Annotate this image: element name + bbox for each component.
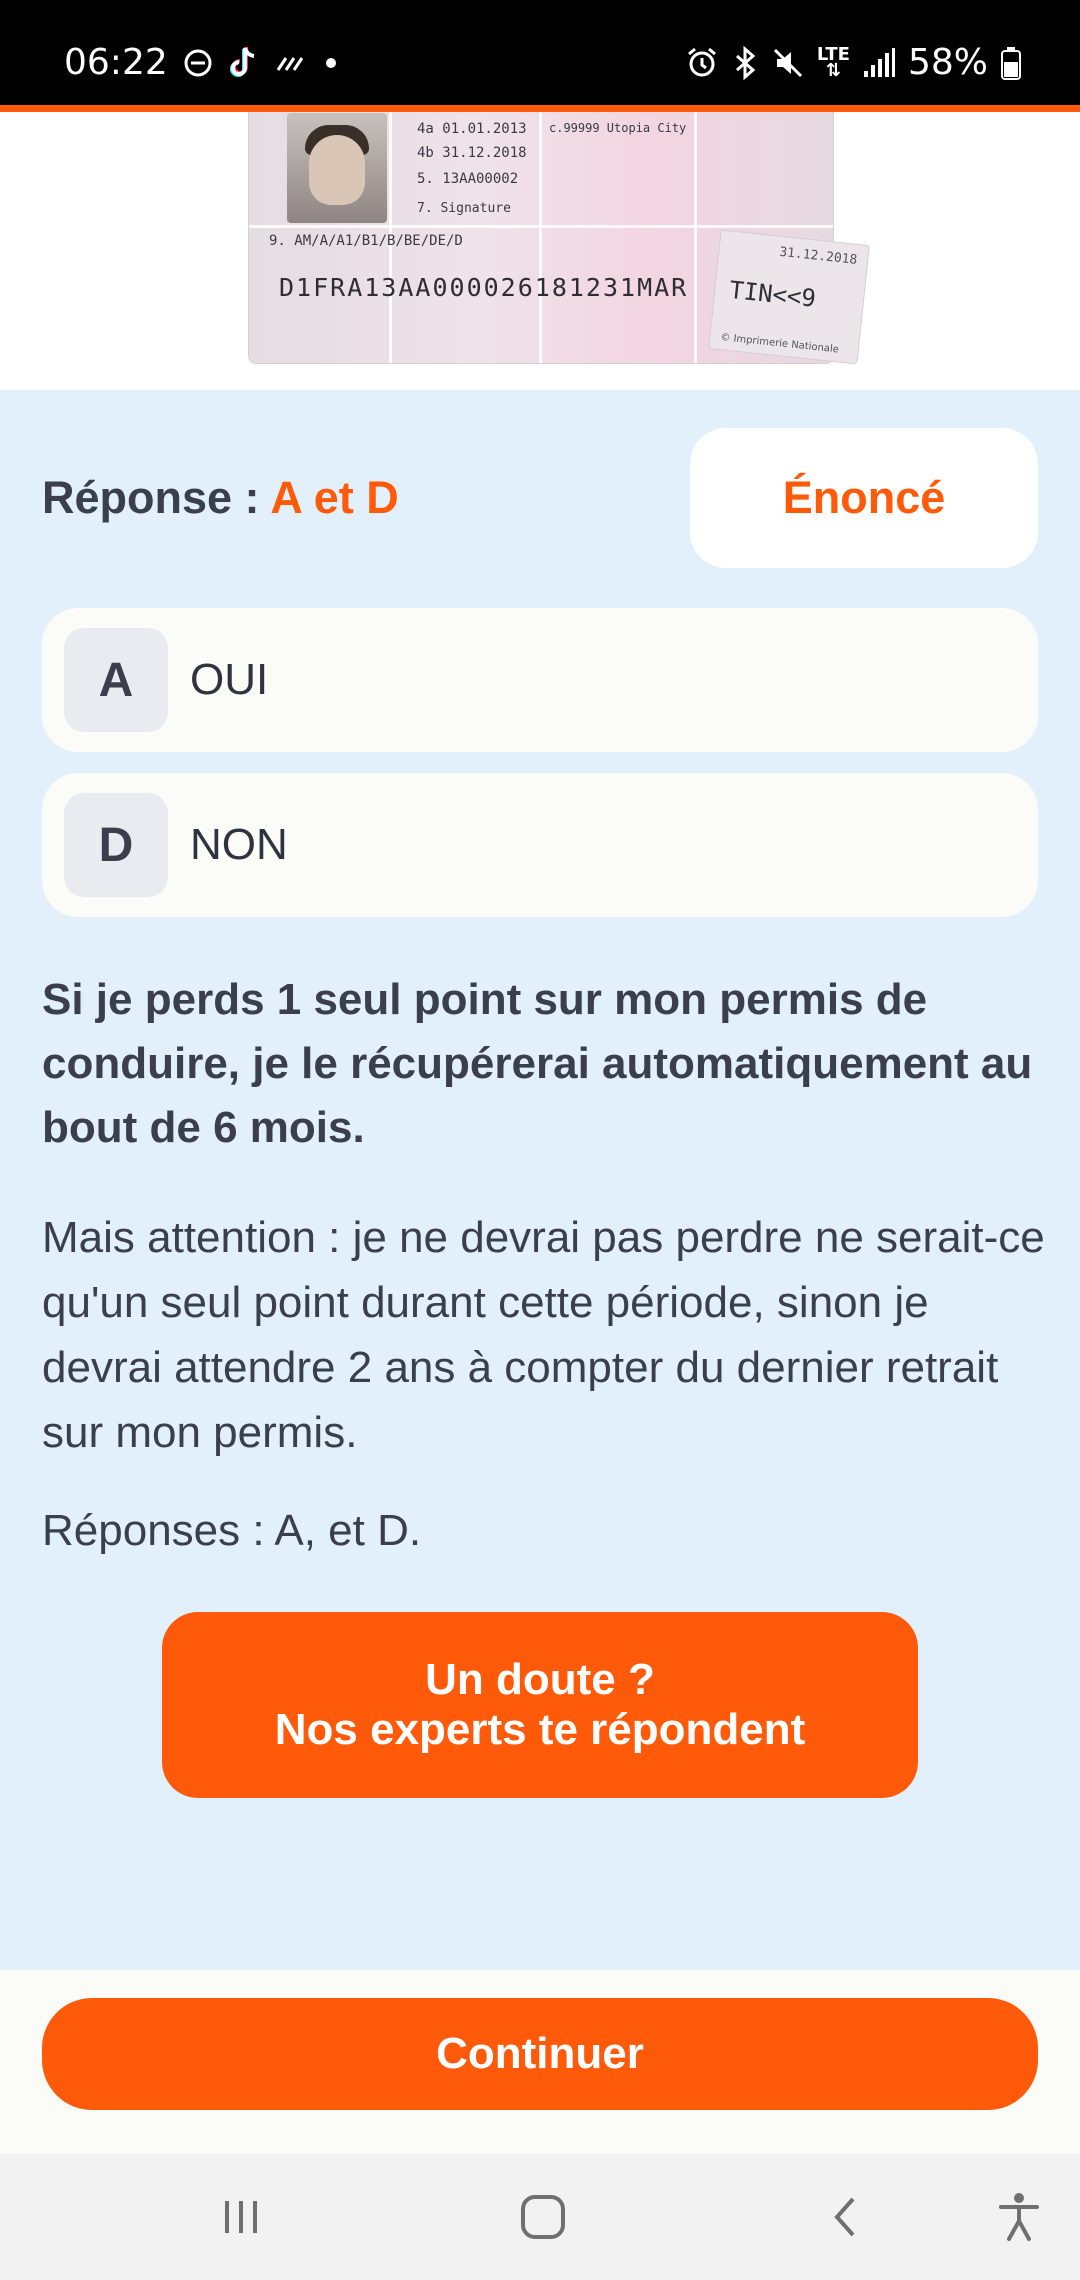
answer-label-text: Réponse : — [42, 472, 271, 523]
lte-arrows: ⇅ — [825, 59, 841, 81]
status-bar: 06:22 LTE ⇅ 58% — [0, 0, 1080, 112]
back-button[interactable] — [800, 2182, 890, 2252]
battery-percent: 58% — [907, 42, 988, 83]
missed-call-icon — [274, 48, 310, 78]
back-icon — [834, 2197, 855, 2237]
status-time: 06:22 — [64, 42, 168, 83]
recent-apps-button[interactable] — [196, 2182, 286, 2252]
option-letter: A — [64, 628, 168, 732]
license-photo — [287, 113, 387, 223]
alarm-icon — [685, 46, 719, 80]
explanation-text: Mais attention : je ne devrai pas perdre… — [42, 1213, 1045, 1457]
dot-icon — [324, 56, 338, 70]
option-text: OUI — [190, 655, 269, 704]
lte-icon: LTE ⇅ — [817, 45, 850, 81]
option-letter: D — [64, 793, 168, 897]
license-photo-face — [309, 135, 365, 205]
option-d[interactable]: D NON — [42, 773, 1038, 917]
home-button[interactable] — [498, 2182, 588, 2252]
question-image: 4a 01.01.2013 c.99999 Utopia City 4b 31.… — [0, 112, 1080, 390]
continue-area: Continuer — [0, 1970, 1080, 2154]
continue-button[interactable]: Continuer — [42, 1998, 1038, 2110]
statement-button[interactable]: Énoncé — [690, 428, 1038, 568]
license-city: c.99999 Utopia City — [549, 121, 687, 135]
ask-expert-line1: Un doute ? — [425, 1655, 655, 1704]
ask-expert-button[interactable]: Un doute ? Nos experts te répondent — [162, 1612, 918, 1798]
explanation-bold: Si je perds 1 seul point sur mon permis … — [42, 975, 1033, 1152]
status-accent-line — [0, 105, 1080, 112]
signal-icon — [862, 47, 896, 79]
mute-icon — [771, 46, 805, 80]
option-text: NON — [190, 820, 288, 869]
license-date-expiry: 4b 31.12.2018 — [417, 145, 527, 161]
answer-row: Réponse : A et D Énoncé — [42, 428, 1038, 568]
accessibility-icon — [999, 2193, 1039, 2241]
license-date-issue: 4a 01.01.2013 — [417, 121, 527, 137]
dnd-icon — [182, 47, 214, 79]
answer-value: A et D — [270, 472, 399, 523]
license-categories: 9. AM/A/A1/B1/B/BE/DE/D — [269, 233, 463, 249]
status-left: 06:22 — [64, 42, 338, 83]
license-signature: 7. Signature — [417, 201, 511, 216]
license-stamp: 31.12.2018 TIN<<9 © Imprimerie Nationale — [708, 229, 870, 365]
home-icon — [521, 2195, 565, 2239]
status-right: LTE ⇅ 58% — [685, 42, 1022, 83]
ask-expert-line2: Nos experts te répondent — [274, 1705, 806, 1754]
license-mrz: D1FRA13AA000026181231MAR — [279, 273, 689, 302]
stamp-footer: © Imprimerie Nationale — [719, 332, 840, 356]
battery-icon — [1000, 46, 1022, 80]
tiktok-icon — [228, 45, 260, 81]
option-a[interactable]: A OUI — [42, 608, 1038, 752]
accessibility-button[interactable] — [974, 2182, 1064, 2252]
answers-summary: Réponses : A, et D. — [42, 1506, 422, 1555]
recent-apps-icon — [225, 2201, 257, 2233]
system-nav-bar — [0, 2154, 1080, 2280]
stamp-text: TIN<<9 — [727, 275, 818, 313]
stamp-date: 31.12.2018 — [778, 244, 858, 268]
license-number: 5. 13AA00002 — [417, 171, 519, 187]
answer-label: Réponse : A et D — [42, 472, 399, 524]
bluetooth-icon — [731, 45, 759, 80]
